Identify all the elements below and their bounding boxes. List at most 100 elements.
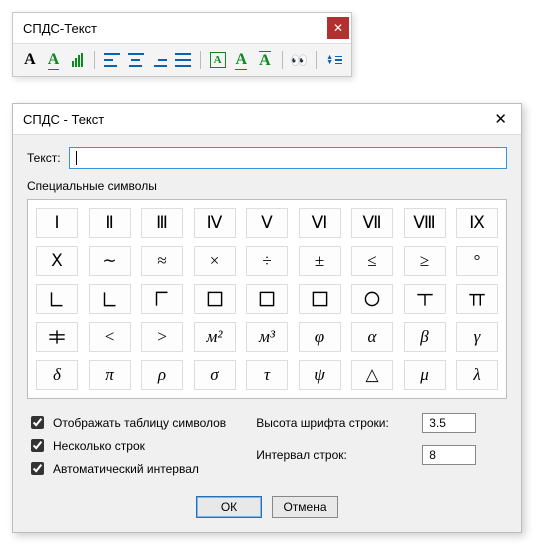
font-button[interactable]: A [21, 50, 39, 70]
symbol-button[interactable]: φ [299, 322, 341, 352]
symbol-button[interactable]: δ [36, 360, 78, 390]
cancel-button[interactable]: Отмена [272, 496, 338, 518]
separator [200, 51, 201, 69]
box-text-button[interactable]: A [209, 50, 227, 70]
symbol-button[interactable]: Ⅱ [89, 208, 131, 238]
symbol-button[interactable]: σ [194, 360, 236, 390]
angle-bl-icon [46, 288, 68, 310]
symbol-button[interactable]: π [89, 360, 131, 390]
check-auto-spacing[interactable]: Автоматический интервал [27, 459, 226, 478]
overline-a-icon: A [259, 51, 271, 70]
line-spacing-icon: ▲▼ [326, 52, 342, 68]
symbol-button[interactable]: ÷ [246, 246, 288, 276]
check-multi-line[interactable]: Несколько строк [27, 436, 226, 455]
line-spacing-button[interactable]: ▲▼ [325, 50, 343, 70]
close-icon: ✕ [333, 21, 343, 35]
symbol-button[interactable]: λ [456, 360, 498, 390]
text-dialog: СПДС - Текст ✕ Текст: Специальные символ… [12, 103, 522, 533]
symbol-button[interactable]: > [141, 322, 183, 352]
symbol-button[interactable]: × [194, 246, 236, 276]
formatting-toolbar: A A A A A 👀 ▲▼ [13, 44, 351, 76]
symbol-button[interactable] [299, 284, 341, 314]
symbol-row: Ⅰ Ⅱ Ⅲ Ⅳ Ⅴ Ⅵ Ⅶ Ⅷ Ⅸ [36, 208, 498, 238]
square-icon [204, 288, 226, 310]
toolbar-close-button[interactable]: ✕ [327, 17, 349, 39]
overline-button[interactable]: A [256, 50, 274, 70]
align-center-button[interactable] [127, 50, 145, 70]
symbol-button[interactable]: Ⅸ [456, 208, 498, 238]
symbol-button[interactable]: ≈ [141, 246, 183, 276]
line-interval-input[interactable] [422, 445, 476, 465]
symbol-button[interactable]: α [351, 322, 393, 352]
symbol-button[interactable]: ∼ [89, 246, 131, 276]
symbol-button[interactable] [141, 284, 183, 314]
underline-button[interactable]: A [45, 50, 63, 70]
toolbar-titlebar: СПДС-Текст ✕ [13, 13, 351, 44]
dialog-titlebar: СПДС - Текст ✕ [13, 104, 521, 135]
symbol-button[interactable]: β [404, 322, 446, 352]
symbol-button[interactable]: △ [351, 360, 393, 390]
box-a-icon: A [210, 52, 226, 68]
caret-icon [76, 151, 77, 165]
symbol-button[interactable]: τ [246, 360, 288, 390]
symbol-button[interactable]: μ [404, 360, 446, 390]
symbol-button[interactable] [36, 322, 78, 352]
symbol-button[interactable]: < [89, 322, 131, 352]
align-right-button[interactable] [150, 50, 168, 70]
dialog-close-button[interactable]: ✕ [490, 110, 511, 128]
separator [282, 51, 283, 69]
symbol-button[interactable]: ≤ [351, 246, 393, 276]
align-left-button[interactable] [103, 50, 121, 70]
symbol-row: Ⅹ ∼ ≈ × ÷ ± ≤ ≥ ° [36, 246, 498, 276]
symbol-button[interactable]: м² [194, 322, 236, 352]
symbol-button[interactable]: ψ [299, 360, 341, 390]
circle-icon [361, 288, 383, 310]
symbol-button[interactable]: Ⅲ [141, 208, 183, 238]
check-auto-spacing-box[interactable] [31, 462, 44, 475]
options-checks: Отображать таблицу символов Несколько ст… [27, 413, 226, 482]
symbol-button[interactable] [351, 284, 393, 314]
check-show-table[interactable]: Отображать таблицу символов [27, 413, 226, 432]
symbol-button[interactable]: Ⅶ [351, 208, 393, 238]
align-justify-icon [175, 53, 191, 67]
symbol-button[interactable]: Ⅰ [36, 208, 78, 238]
symbol-button[interactable]: ± [299, 246, 341, 276]
symbol-button[interactable]: ≥ [404, 246, 446, 276]
font-height-input[interactable] [422, 413, 476, 433]
symbol-button[interactable] [89, 284, 131, 314]
check-auto-spacing-label: Автоматический интервал [53, 462, 199, 476]
ok-button[interactable]: ОК [196, 496, 262, 518]
symbol-button[interactable] [194, 284, 236, 314]
symbol-button[interactable]: м³ [246, 322, 288, 352]
check-multi-line-label: Несколько строк [53, 439, 145, 453]
size-gradient-button[interactable] [68, 50, 86, 70]
line-interval-label: Интервал строк: [256, 448, 406, 462]
tee-double-icon [466, 288, 488, 310]
check-multi-line-box[interactable] [31, 439, 44, 452]
symbol-button[interactable]: γ [456, 322, 498, 352]
letter-a-icon: A [24, 51, 36, 69]
symbol-button[interactable]: Ⅵ [299, 208, 341, 238]
check-show-table-box[interactable] [31, 416, 44, 429]
underline-green-button[interactable]: A [232, 50, 250, 70]
find-button[interactable]: 👀 [291, 50, 309, 70]
symbol-row: < > м² м³ φ α β γ [36, 322, 498, 352]
symbol-button[interactable]: Ⅷ [404, 208, 446, 238]
text-input[interactable] [69, 147, 507, 169]
symbol-button[interactable] [456, 284, 498, 314]
symbol-button[interactable] [246, 284, 288, 314]
symbol-button[interactable]: Ⅹ [36, 246, 78, 276]
align-justify-button[interactable] [174, 50, 192, 70]
symbol-button[interactable]: ρ [141, 360, 183, 390]
symbols-grid: Ⅰ Ⅱ Ⅲ Ⅳ Ⅴ Ⅵ Ⅶ Ⅷ Ⅸ Ⅹ ∼ ≈ × ÷ ± ≤ [27, 199, 507, 399]
symbol-button[interactable]: ° [456, 246, 498, 276]
ok-button-label: ОК [221, 500, 237, 514]
angle-bl2-icon [99, 288, 121, 310]
symbol-button[interactable]: Ⅴ [246, 208, 288, 238]
align-center-icon [128, 53, 144, 67]
symbols-group-label: Специальные символы [27, 179, 507, 193]
symbol-button[interactable] [36, 284, 78, 314]
symbol-button[interactable] [404, 284, 446, 314]
toolbar-title: СПДС-Текст [23, 21, 97, 36]
symbol-button[interactable]: Ⅳ [194, 208, 236, 238]
